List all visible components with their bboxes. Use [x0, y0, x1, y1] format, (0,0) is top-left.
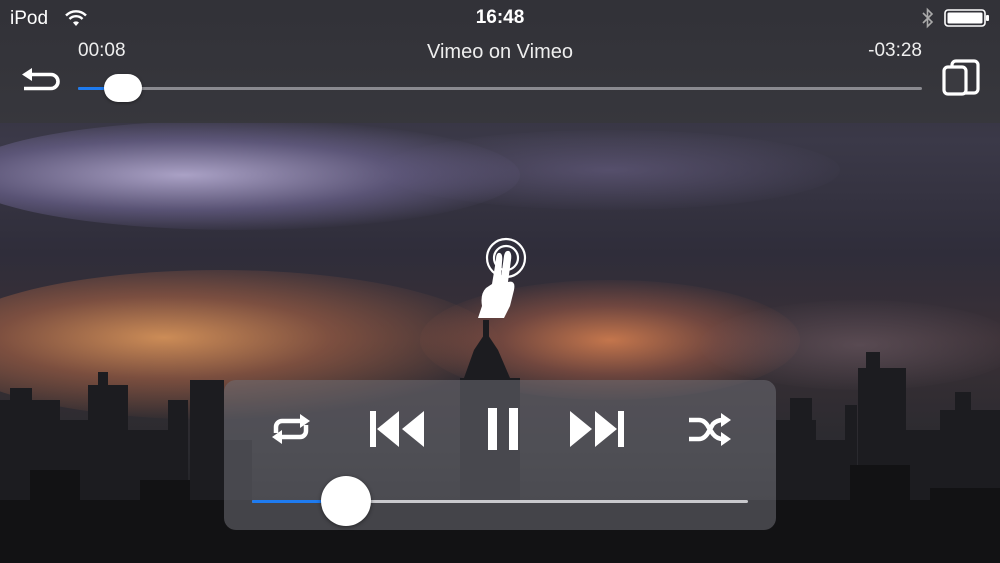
pause-icon: [488, 408, 518, 450]
repeat-icon: [272, 414, 310, 444]
top-bar: iPod 16:48 00:08 Vimeo on Vimeo -03:28: [0, 0, 1000, 123]
previous-track-button[interactable]: [366, 404, 428, 454]
volume-slider[interactable]: [252, 476, 748, 526]
previous-track-icon: [370, 411, 424, 447]
two-finger-tap-icon: [478, 237, 527, 318]
next-track-icon: [570, 411, 624, 447]
back-icon: [22, 68, 60, 91]
repeat-button[interactable]: [264, 404, 318, 454]
volume-slider-thumb[interactable]: [321, 476, 372, 526]
playback-controls-panel: [224, 380, 776, 530]
playback-scrubber[interactable]: [78, 74, 922, 102]
screen-mirroring-button[interactable]: [940, 58, 982, 98]
shuffle-button[interactable]: [684, 404, 736, 454]
next-track-button[interactable]: [564, 404, 630, 454]
remaining-time: -03:28: [868, 40, 922, 61]
pause-button[interactable]: [476, 404, 530, 454]
playback-scrubber-thumb[interactable]: [103, 74, 142, 102]
back-button[interactable]: [18, 62, 62, 94]
mirror-screen-icon: [942, 59, 980, 96]
status-time: 16:48: [475, 7, 525, 28]
bluetooth-icon: [922, 7, 934, 29]
shuffle-icon: [689, 413, 731, 446]
battery-icon: [944, 9, 989, 27]
video-title: Vimeo on Vimeo: [426, 41, 573, 63]
